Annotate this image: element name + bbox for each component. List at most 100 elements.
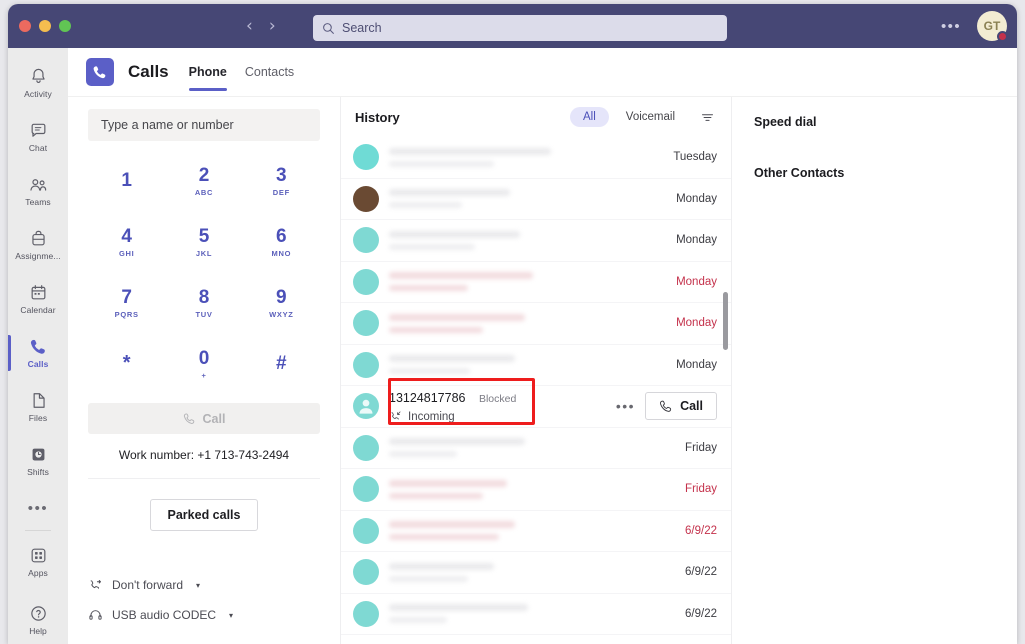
filter-all[interactable]: All xyxy=(570,107,609,127)
sidebar-item-shifts[interactable]: Shifts xyxy=(8,434,68,488)
sidebar-item-files[interactable]: Files xyxy=(8,380,68,434)
dial-call-button[interactable]: Call xyxy=(88,403,320,434)
audio-device-selector[interactable]: USB audio CODEC ▾ xyxy=(88,600,320,630)
sidebar-item-calendar[interactable]: Calendar xyxy=(8,272,68,326)
phone-icon xyxy=(92,64,108,80)
dial-key-letters: WXYZ xyxy=(269,310,293,319)
history-list[interactable]: Tuesday Monday xyxy=(341,137,731,644)
forward-arrow-icon[interactable]: › xyxy=(269,18,276,35)
dial-key-5[interactable]: 5 JKL xyxy=(165,216,242,269)
blurred-name xyxy=(389,355,515,362)
history-pane: History All Voicemail xyxy=(341,97,732,644)
titlebar-more-button[interactable]: ••• xyxy=(941,19,961,34)
table-row[interactable]: Friday xyxy=(341,428,731,470)
dial-key-4[interactable]: 4 GHI xyxy=(88,216,165,269)
dial-key-8[interactable]: 8 TUV xyxy=(165,277,242,330)
sidebar-item-calls[interactable]: Calls xyxy=(8,326,68,380)
avatar[interactable]: GT xyxy=(977,11,1007,41)
apps-icon xyxy=(29,546,48,565)
table-row[interactable]: Tuesday xyxy=(341,137,731,179)
parked-calls-button[interactable]: Parked calls xyxy=(150,499,259,531)
row-date: Monday xyxy=(651,234,717,246)
sidebar-item-help[interactable]: Help xyxy=(8,604,68,636)
dial-key-digit: 6 xyxy=(276,227,287,247)
history-scrollbar[interactable] xyxy=(723,292,728,350)
back-arrow-icon[interactable]: ‹ xyxy=(246,18,253,35)
minimize-window-button[interactable] xyxy=(39,20,51,32)
dial-key-2[interactable]: 2 ABC xyxy=(165,155,242,208)
close-window-button[interactable] xyxy=(19,20,31,32)
blurred-detail xyxy=(389,451,457,457)
table-row[interactable]: 6/9/22 xyxy=(341,511,731,553)
dial-key-digit: 5 xyxy=(199,227,210,247)
sidebar-item-apps[interactable]: Apps xyxy=(8,535,68,589)
sidebar-item-label: Teams xyxy=(25,197,51,207)
page-title: Calls xyxy=(128,62,169,82)
blurred-detail xyxy=(389,161,494,167)
row-date: 6/9/22 xyxy=(651,608,717,620)
sidebar-item-assignments[interactable]: Assignme... xyxy=(8,218,68,272)
dial-key-digit: # xyxy=(276,354,287,374)
teams-icon xyxy=(28,175,49,194)
table-row[interactable]: 6/9/22 xyxy=(341,594,731,636)
caller-number: 13124817786 xyxy=(389,391,465,405)
dial-key-3[interactable]: 3 DEF xyxy=(243,155,320,208)
dial-key-digit: 7 xyxy=(121,288,132,308)
status-badge xyxy=(997,31,1008,42)
dial-key-letters: PQRS xyxy=(115,310,139,319)
dial-key-6[interactable]: 6 MNO xyxy=(243,216,320,269)
avatar xyxy=(353,435,379,461)
other-contacts-heading[interactable]: Other Contacts xyxy=(754,166,1017,180)
avatar xyxy=(353,476,379,502)
dial-key-digit: 4 xyxy=(121,227,132,247)
sidebar-item-activity[interactable]: Activity xyxy=(8,56,68,110)
sidebar-item-teams[interactable]: Teams xyxy=(8,164,68,218)
table-row-selected[interactable]: 13124817786 Blocked Incoming xyxy=(341,386,731,428)
search-input[interactable]: Search xyxy=(313,15,727,41)
row-date: 6/9/22 xyxy=(651,566,717,578)
tab-contacts[interactable]: Contacts xyxy=(245,48,294,97)
speed-dial-heading[interactable]: Speed dial xyxy=(754,115,1017,129)
dial-key-star[interactable]: * xyxy=(88,338,165,391)
incoming-call-icon xyxy=(389,410,402,423)
filter-icon[interactable] xyxy=(700,110,715,125)
tab-phone[interactable]: Phone xyxy=(189,48,227,97)
phone-icon xyxy=(659,399,673,413)
row-call-button[interactable]: Call xyxy=(645,392,717,420)
dial-key-0[interactable]: 0 + xyxy=(165,338,242,391)
table-row[interactable]: Friday xyxy=(341,469,731,511)
dial-key-letters: ABC xyxy=(195,188,213,197)
dial-key-9[interactable]: 9 WXYZ xyxy=(243,277,320,330)
avatar xyxy=(353,393,379,419)
search-placeholder: Search xyxy=(342,21,382,35)
dial-input[interactable]: Type a name or number xyxy=(88,109,320,141)
table-row[interactable]: Monday xyxy=(341,220,731,262)
table-row[interactable]: Monday xyxy=(341,179,731,221)
sidebar-item-chat[interactable]: Chat xyxy=(8,110,68,164)
chevron-down-icon: ▾ xyxy=(229,611,233,620)
avatar-initials: GT xyxy=(984,19,1001,33)
bell-icon xyxy=(29,67,48,86)
dial-key-1[interactable]: 1 xyxy=(88,155,165,208)
avatar xyxy=(353,269,379,295)
dial-key-digit: 8 xyxy=(199,288,210,308)
row-content-blurred xyxy=(389,314,651,333)
filter-voicemail[interactable]: Voicemail xyxy=(613,107,688,127)
dial-key-7[interactable]: 7 PQRS xyxy=(88,277,165,330)
table-row[interactable]: 6/9/22 xyxy=(341,552,731,594)
call-forwarding-selector[interactable]: Don't forward ▾ xyxy=(88,570,320,600)
sidebar-more-apps-button[interactable]: ••• xyxy=(8,488,68,528)
calls-app-icon xyxy=(86,58,114,86)
dial-key-hash[interactable]: # xyxy=(243,338,320,391)
avatar xyxy=(353,144,379,170)
dial-call-label: Call xyxy=(203,412,226,426)
table-row[interactable]: Monday xyxy=(341,345,731,387)
dial-key-letters: TUV xyxy=(195,310,212,319)
search-icon xyxy=(322,22,335,35)
row-content-blurred xyxy=(389,189,651,208)
table-row[interactable]: Monday xyxy=(341,303,731,345)
maximize-window-button[interactable] xyxy=(59,20,71,32)
table-row[interactable]: Monday xyxy=(341,262,731,304)
row-more-button[interactable]: ••• xyxy=(616,398,635,414)
history-title: History xyxy=(355,110,400,125)
